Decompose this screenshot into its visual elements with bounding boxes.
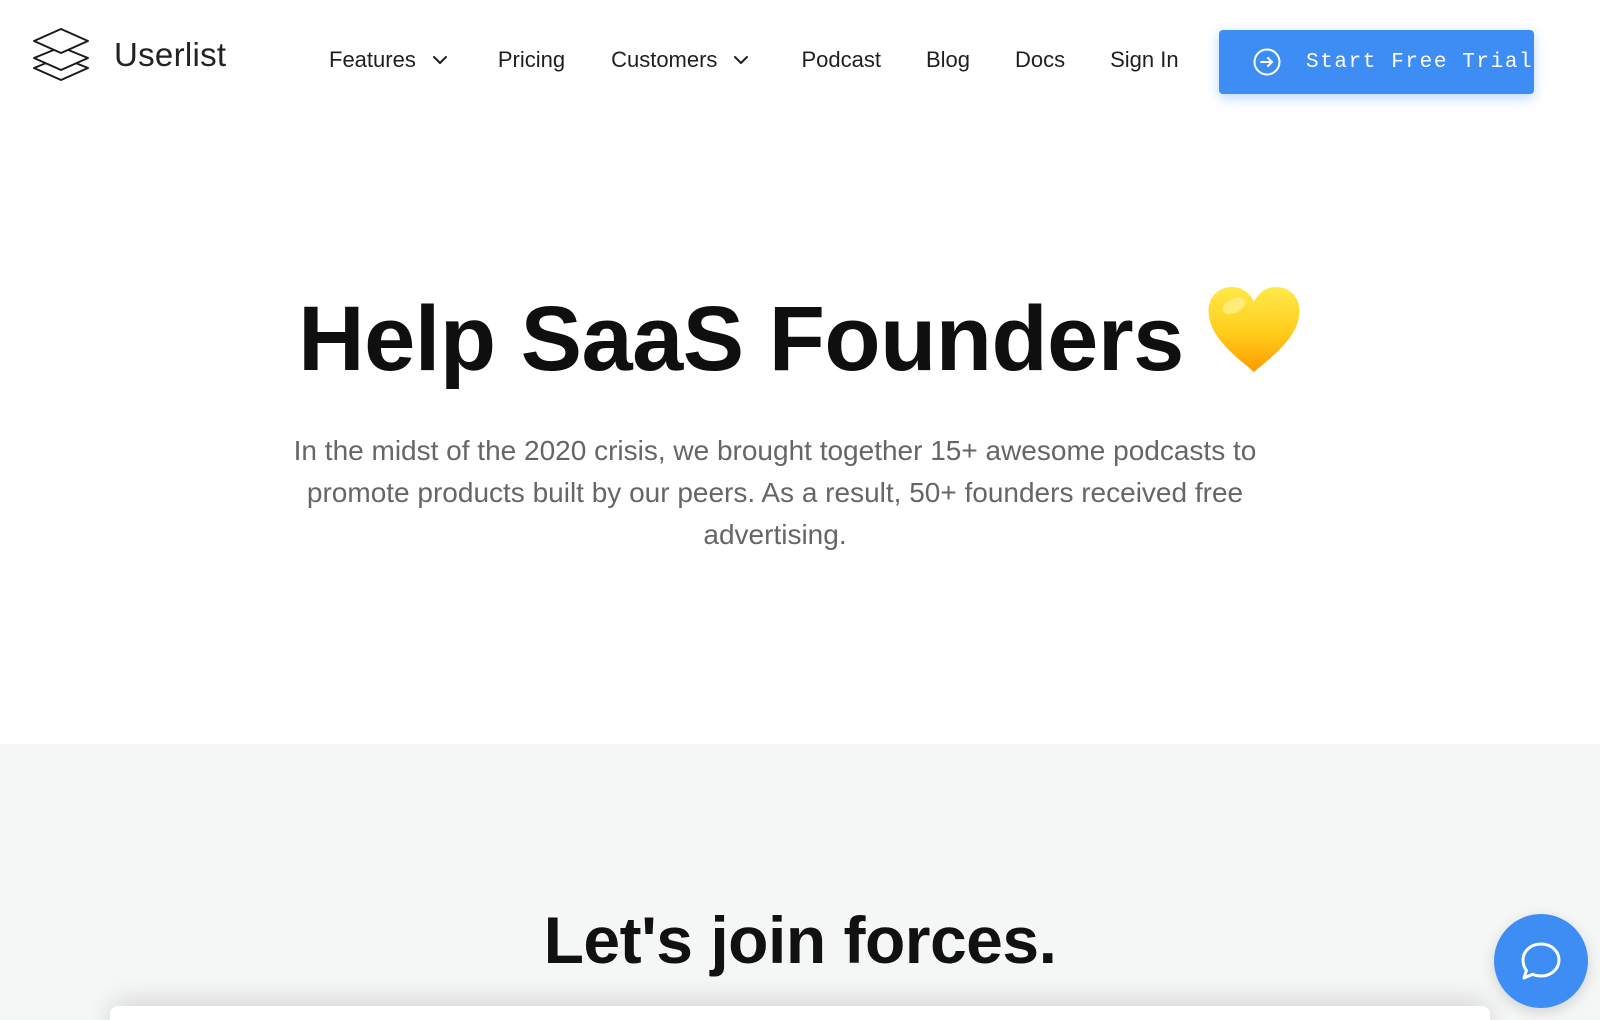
hero-section: Help SaaS Founders In the midst of the 2…	[0, 124, 1600, 744]
hero-title-text: Help SaaS Founders	[298, 288, 1184, 390]
start-free-trial-label: Start Free Trial	[1306, 50, 1534, 74]
chat-bubble-icon	[1521, 942, 1561, 980]
nav-features-label: Features	[329, 47, 416, 72]
nav-pricing[interactable]: Pricing	[498, 47, 565, 73]
stacked-layers-logo-icon	[33, 28, 89, 81]
site-header: Userlist Features Pricing Customers Podc…	[0, 0, 1600, 124]
nav-sign-in[interactable]: Sign In	[1110, 47, 1179, 73]
chevron-down-icon	[734, 56, 749, 64]
main-nav: Features Pricing Customers Podcast Blog …	[329, 42, 1179, 78]
hero-title: Help SaaS Founders	[0, 284, 1600, 394]
hero-subtitle: In the midst of the 2020 crisis, we brou…	[293, 435, 1257, 550]
nav-features[interactable]: Features	[329, 47, 450, 73]
page: Userlist Features Pricing Customers Podc…	[0, 0, 1600, 1020]
join-section: Let's join forces.	[0, 744, 1600, 1020]
nav-customers[interactable]: Customers	[611, 47, 751, 73]
join-title: Let's join forces.	[543, 903, 1057, 977]
chevron-down-icon	[432, 56, 447, 64]
brand-logo-link[interactable]: Userlist	[30, 24, 226, 86]
arrow-right-circle-icon	[1253, 48, 1281, 76]
brand-name: Userlist	[114, 36, 227, 73]
nav-customers-label: Customers	[611, 47, 718, 72]
chat-launcher-button[interactable]	[1494, 914, 1588, 1008]
content-card-edge	[110, 1006, 1490, 1020]
nav-blog[interactable]: Blog	[926, 47, 970, 73]
start-free-trial-button[interactable]: Start Free Trial	[1219, 30, 1534, 94]
nav-podcast[interactable]: Podcast	[801, 47, 881, 73]
yellow-heart-icon	[1208, 287, 1300, 372]
nav-docs[interactable]: Docs	[1015, 47, 1065, 73]
